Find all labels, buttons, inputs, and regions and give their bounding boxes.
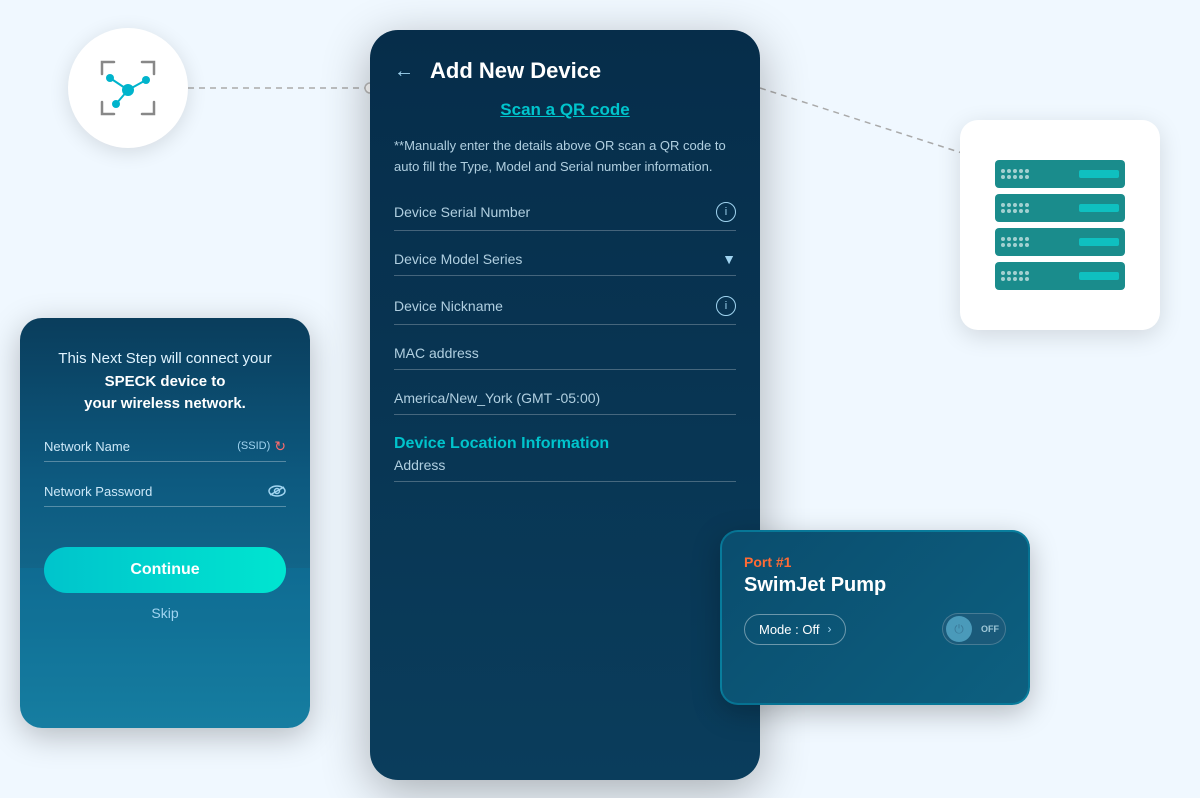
timezone-field[interactable]: America/New_York (GMT -05:00) — [394, 390, 736, 415]
main-scene: This Next Step will connect your SPECK d… — [0, 0, 1200, 798]
mac-address-field[interactable]: MAC address — [394, 345, 736, 370]
server-unit-2 — [995, 194, 1125, 222]
address-field[interactable]: Address — [394, 457, 736, 482]
server-unit-4 — [995, 262, 1125, 290]
mode-chevron-icon: › — [827, 622, 831, 636]
network-icon — [92, 52, 164, 124]
port-controls: Mode : Off › ⏻ OFF — [744, 613, 1006, 645]
mode-label: Mode : Off — [759, 622, 819, 637]
mac-address-label: MAC address — [394, 345, 479, 361]
server-unit-3 — [995, 228, 1125, 256]
serial-info-icon[interactable]: i — [716, 202, 736, 222]
center-phone-header: ← Add New Device — [394, 58, 736, 84]
port-device-name: SwimJet Pump — [744, 574, 1006, 597]
center-phone-card: ← Add New Device Scan a QR code **Manual… — [370, 30, 760, 780]
toggle-knob: ⏻ — [946, 616, 972, 642]
device-model-label: Device Model Series — [394, 251, 522, 267]
qr-description: **Manually enter the details above OR sc… — [394, 136, 736, 178]
network-name-label: Network Name — [44, 439, 130, 454]
toggle-off-label: OFF — [981, 624, 999, 634]
device-nickname-field[interactable]: Device Nickname i — [394, 296, 736, 325]
port-number: Port #1 — [744, 554, 1006, 570]
network-password-label: Network Password — [44, 484, 152, 499]
qr-code-link[interactable]: Scan a QR code — [394, 100, 736, 120]
timezone-label: America/New_York (GMT -05:00) — [394, 390, 600, 406]
skip-link[interactable]: Skip — [44, 605, 286, 621]
device-nickname-label: Device Nickname — [394, 298, 503, 314]
address-label: Address — [394, 457, 445, 473]
left-phone-card: This Next Step will connect your SPECK d… — [20, 318, 310, 728]
location-section-title: Device Location Information — [394, 435, 736, 453]
nickname-info-icon[interactable]: i — [716, 296, 736, 316]
power-toggle[interactable]: ⏻ OFF — [942, 613, 1006, 645]
server-unit-1 — [995, 160, 1125, 188]
device-serial-field[interactable]: Device Serial Number i — [394, 202, 736, 231]
refresh-icon[interactable]: ↻ — [274, 438, 286, 455]
network-password-field[interactable]: Network Password — [44, 484, 286, 507]
port-card: Port #1 SwimJet Pump Mode : Off › ⏻ OFF — [720, 530, 1030, 705]
network-name-suffix: (SSID) ↻ — [237, 438, 286, 455]
server-card — [960, 120, 1160, 330]
phone-title-text: This Next Step will connect your SPECK d… — [44, 348, 286, 416]
network-name-field[interactable]: Network Name (SSID) ↻ — [44, 438, 286, 462]
eye-icon[interactable] — [268, 484, 286, 500]
mode-button[interactable]: Mode : Off › — [744, 614, 846, 645]
network-icon-container — [68, 28, 188, 148]
device-model-field[interactable]: Device Model Series ▼ — [394, 251, 736, 276]
power-icon: ⏻ — [954, 622, 964, 637]
server-rack — [995, 160, 1125, 290]
back-button[interactable]: ← — [394, 60, 414, 83]
continue-button[interactable]: Continue — [44, 547, 286, 593]
device-serial-label: Device Serial Number — [394, 204, 530, 220]
center-phone-title: Add New Device — [430, 58, 601, 84]
model-dropdown-arrow[interactable]: ▼ — [722, 251, 736, 267]
